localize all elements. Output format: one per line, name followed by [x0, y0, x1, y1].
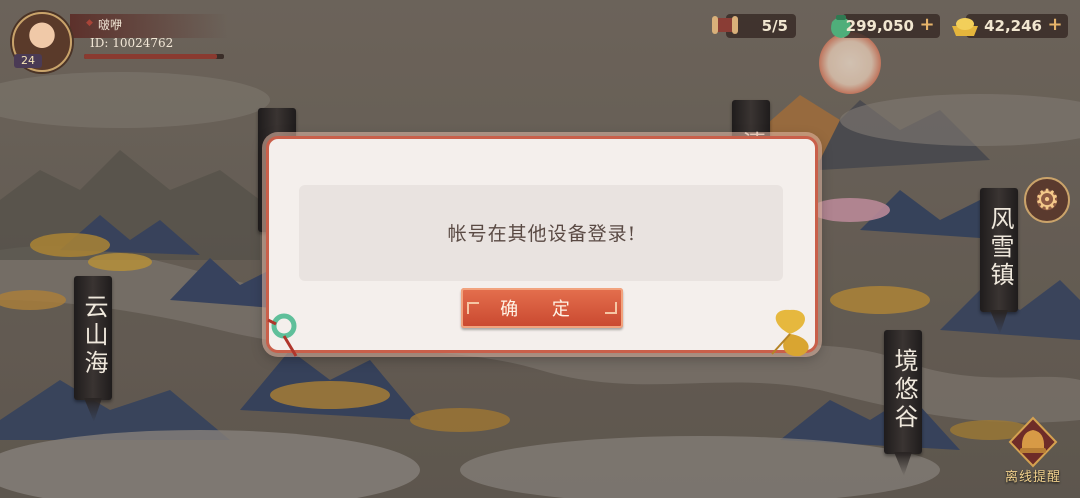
gold-ingot-icon [952, 18, 978, 36]
add-jade-button[interactable]: + [918, 16, 936, 34]
offline-reminder-button[interactable]: 离线提醒 [998, 412, 1068, 488]
place-label-jingyougu[interactable]: 境悠谷 [884, 330, 922, 454]
place-label-yunshanhai[interactable]: 云山海 [74, 276, 112, 400]
player-id: ID: 10024762 [90, 36, 174, 50]
jade-ring-ornament [267, 313, 298, 357]
gear-icon: ⚙ [1034, 183, 1060, 216]
player-profile[interactable]: 24 啵咿 ID: 10024762 [8, 8, 238, 72]
scroll-icon [712, 16, 738, 34]
place-label-fengxuezhen[interactable]: 风雪镇 [980, 188, 1018, 312]
alarm-bell-icon [1008, 416, 1058, 468]
jade-counter: 299,050 + [831, 14, 940, 38]
settings-button[interactable]: ⚙ [1024, 177, 1070, 223]
experience-bar [84, 54, 224, 59]
dialog-message: 帐号在其他设备登录! [447, 223, 637, 245]
notice-dialog: 帐号在其他设备登录! 确 定 [266, 136, 818, 353]
level-badge: 24 [14, 54, 42, 68]
gold-counter: 42,246 + [952, 14, 1068, 38]
stamina-value: 5/5 [761, 17, 788, 35]
stamina-counter: 5/5 [712, 14, 796, 38]
add-gold-button[interactable]: + [1046, 16, 1064, 34]
player-name: 啵咿 [86, 16, 122, 33]
experience-bar-fill [84, 54, 217, 59]
jade-value: 299,050 [845, 17, 914, 35]
gold-value: 42,246 [984, 17, 1042, 35]
ginkgo-leaf-ornament [771, 309, 809, 357]
name-banner [70, 14, 228, 38]
confirm-button[interactable]: 确 定 [461, 288, 623, 328]
offline-reminder-label: 离线提醒 [1004, 470, 1061, 485]
